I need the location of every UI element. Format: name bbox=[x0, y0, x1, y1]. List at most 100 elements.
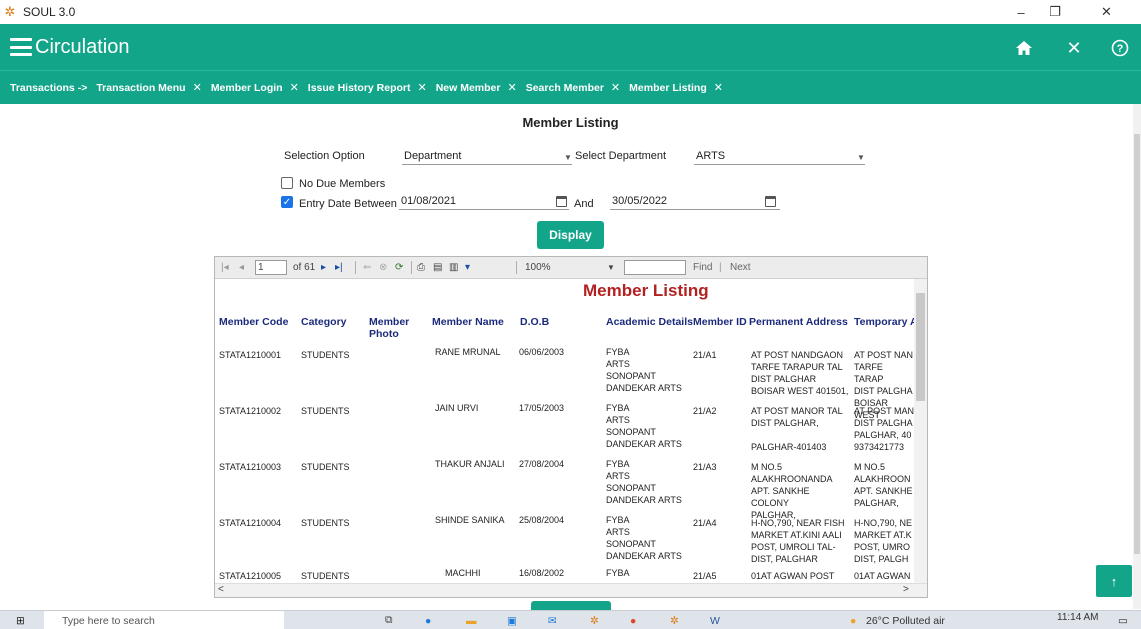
page-vertical-scrollbar[interactable] bbox=[1133, 104, 1141, 609]
tab-new-member[interactable]: New Member ✕ bbox=[427, 81, 517, 95]
tab-transactions[interactable]: Transactions -> bbox=[0, 82, 87, 94]
print-layout-icon[interactable]: ▤ bbox=[433, 261, 442, 275]
close-tab-icon[interactable]: ✕ bbox=[193, 81, 202, 94]
cell-dob: 27/08/2004 bbox=[519, 459, 565, 469]
first-page-icon[interactable]: |◂ bbox=[221, 261, 229, 275]
export-icon[interactable]: ▾ bbox=[465, 261, 470, 275]
cell-member-id: 21/A5 bbox=[693, 571, 717, 581]
tab-label: Member Login bbox=[210, 81, 283, 94]
cell-dob: 06/06/2003 bbox=[519, 347, 565, 357]
back-icon[interactable]: ⇐ bbox=[363, 261, 371, 275]
tab-label: New Member bbox=[435, 81, 501, 94]
find-link[interactable]: Find bbox=[693, 261, 712, 275]
cell-category: STUDENTS bbox=[301, 462, 350, 472]
close-tab-icon[interactable]: ✕ bbox=[418, 81, 427, 94]
cell-permanent-address: AT POST MANOR TAL DIST PALGHAR, PALGHAR-… bbox=[751, 406, 843, 452]
scrollbar-thumb[interactable] bbox=[1134, 134, 1140, 554]
soul-logo-icon: ✲ bbox=[4, 4, 16, 19]
close-window-button[interactable]: ✕ bbox=[1072, 0, 1141, 24]
chrome-icon[interactable]: ● bbox=[630, 611, 636, 629]
maximize-button[interactable]: ❐ bbox=[1038, 0, 1072, 24]
cell-member-name: RANE MRUNAL bbox=[435, 347, 501, 357]
app-header: Circulation ✕ ? bbox=[0, 24, 1141, 70]
select-department-select[interactable]: ARTS bbox=[694, 147, 865, 165]
cell-temporary-address: H-NO,790, NE MARKET AT.K POST, UMRO DIST… bbox=[854, 518, 913, 564]
minimize-button[interactable]: – bbox=[1004, 0, 1038, 24]
tab-issue-history-report[interactable]: Issue History Report ✕ bbox=[299, 81, 427, 95]
soul-app-icon[interactable]: ✲ bbox=[590, 611, 599, 629]
next-link[interactable]: Next bbox=[730, 261, 751, 275]
next-page-icon[interactable]: ▸ bbox=[321, 261, 326, 275]
weather-text: 26°C Polluted air bbox=[866, 614, 945, 627]
word-icon[interactable]: W bbox=[710, 611, 720, 629]
print-icon[interactable]: ⎙ bbox=[417, 261, 425, 275]
file-explorer-icon[interactable]: ▬ bbox=[466, 611, 477, 629]
taskbar-search-input[interactable]: Type here to search bbox=[44, 611, 284, 629]
report-title: Member Listing bbox=[583, 281, 709, 300]
scroll-left-icon[interactable]: < bbox=[218, 584, 224, 595]
cell-member-code: STATA1210002 bbox=[219, 406, 282, 416]
close-tab-icon[interactable]: ✕ bbox=[290, 81, 299, 94]
soul-app-icon[interactable]: ✲ bbox=[670, 611, 679, 629]
page-number-input[interactable]: 1 bbox=[255, 260, 287, 275]
cell-academic: FYBA ARTS SONOPANT DANDEKAR ARTS bbox=[606, 347, 682, 393]
calendar-icon[interactable] bbox=[556, 196, 567, 207]
chevron-down-icon: ▼ bbox=[607, 263, 615, 272]
cell-academic: FYBA ARTS SONOPANT DANDEKAR ARTS bbox=[606, 459, 682, 505]
find-input[interactable] bbox=[624, 260, 686, 275]
svg-text:?: ? bbox=[1117, 43, 1124, 55]
window-titlebar: ✲ SOUL 3.0 – ❐ ✕ bbox=[0, 0, 1141, 24]
store-icon[interactable]: ▣ bbox=[507, 611, 517, 629]
no-due-members-checkbox[interactable] bbox=[281, 177, 293, 189]
chevron-down-icon: ▼ bbox=[564, 153, 572, 162]
zoom-select[interactable]: 100% bbox=[525, 261, 551, 275]
tab-transaction-menu[interactable]: Transaction Menu ✕ bbox=[87, 81, 202, 95]
task-view-icon[interactable]: ⧉ bbox=[385, 611, 393, 629]
tab-label: Issue History Report bbox=[307, 81, 411, 94]
entry-date-between-checkbox[interactable]: ✓ bbox=[281, 196, 293, 208]
tab-member-listing[interactable]: Member Listing ✕ bbox=[620, 81, 723, 95]
windows-start-icon[interactable]: ⊞ bbox=[16, 611, 25, 629]
report-vertical-scrollbar[interactable] bbox=[914, 279, 927, 583]
report-horizontal-scrollbar[interactable]: < > bbox=[215, 583, 927, 597]
cell-temporary-address: AT POST MAN DIST PALGHA PALGHAR, 40 9373… bbox=[854, 406, 914, 452]
close-tab-icon[interactable]: ✕ bbox=[611, 81, 620, 94]
cell-category: STUDENTS bbox=[301, 518, 350, 528]
date-to-input[interactable]: 30/05/2022 bbox=[610, 192, 780, 210]
cell-member-name: SHINDE SANIKA bbox=[435, 515, 505, 525]
stop-icon[interactable]: ⊗ bbox=[379, 261, 387, 275]
cell-member-name: MACHHI bbox=[445, 568, 481, 578]
edge-icon[interactable]: ● bbox=[425, 611, 431, 629]
date-from-input[interactable]: 01/08/2021 bbox=[399, 192, 569, 210]
calendar-icon[interactable] bbox=[765, 196, 776, 207]
cell-academic: FYBA bbox=[606, 568, 630, 578]
scrollbar-thumb[interactable] bbox=[916, 293, 925, 401]
display-button[interactable]: Display bbox=[537, 221, 604, 249]
cell-member-name: JAIN URVI bbox=[435, 403, 479, 413]
close-tab-icon[interactable]: ✕ bbox=[508, 81, 517, 94]
tab-member-login[interactable]: Member Login ✕ bbox=[202, 81, 299, 95]
home-icon[interactable] bbox=[1012, 36, 1036, 60]
column-header: Member Code bbox=[219, 316, 289, 328]
report-toolbar: |◂ ◂ 1 of 61 ▸ ▸| ⇐ ⊗ ⟳ ⎙ ▤ ▥ ▾ 100% ▼ F… bbox=[215, 257, 927, 279]
column-header: Member Name bbox=[432, 316, 504, 328]
scroll-right-icon[interactable]: > bbox=[903, 584, 909, 595]
close-module-icon[interactable]: ✕ bbox=[1062, 36, 1086, 60]
column-header: Category bbox=[301, 316, 347, 328]
cell-academic: FYBA ARTS SONOPANT DANDEKAR ARTS bbox=[606, 515, 682, 561]
page-setup-icon[interactable]: ▥ bbox=[449, 261, 458, 275]
mail-icon[interactable]: ✉ bbox=[548, 611, 557, 629]
column-header: Permanent Address bbox=[749, 316, 848, 328]
hamburger-menu-icon[interactable] bbox=[10, 38, 32, 56]
tab-search-member[interactable]: Search Member ✕ bbox=[517, 81, 620, 95]
notification-icon[interactable]: ▭ bbox=[1118, 611, 1128, 629]
help-icon[interactable]: ? bbox=[1108, 36, 1132, 60]
selection-option-select[interactable]: Department bbox=[402, 147, 572, 165]
scroll-to-top-button[interactable]: ↑ bbox=[1096, 565, 1132, 597]
prev-page-icon[interactable]: ◂ bbox=[239, 261, 244, 275]
cell-academic: FYBA ARTS SONOPANT DANDEKAR ARTS bbox=[606, 403, 682, 449]
refresh-icon[interactable]: ⟳ bbox=[395, 261, 403, 275]
close-tab-icon[interactable]: ✕ bbox=[714, 81, 723, 94]
last-page-icon[interactable]: ▸| bbox=[335, 261, 343, 275]
selection-option-label: Selection Option bbox=[284, 150, 365, 162]
